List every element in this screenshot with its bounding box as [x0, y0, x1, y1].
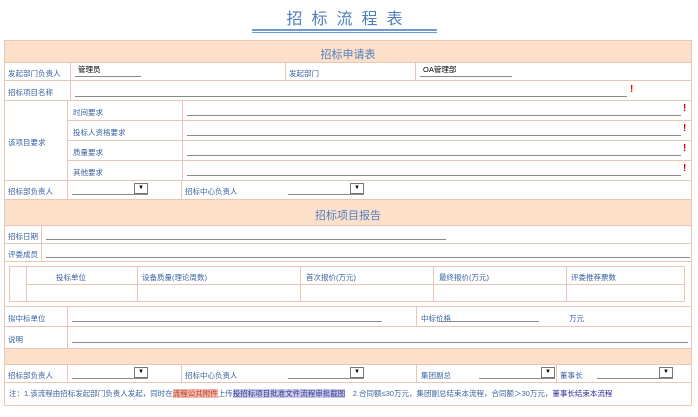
required-mark: !	[683, 103, 687, 114]
row-bid-date: 招标日期	[5, 226, 691, 244]
bid-table-header: 评委推荐票数	[571, 273, 616, 282]
dept-head-label: 发起部门负责人	[8, 69, 61, 78]
row-winner: 拟中标单位 中标价格 万元	[5, 307, 691, 327]
quality-req-input[interactable]	[187, 145, 681, 156]
time-req-input[interactable]	[187, 105, 681, 116]
group-vp-label: 集团副总	[421, 371, 451, 380]
bid-table-header: 设备质量(理论周数)	[142, 273, 207, 282]
bid-center-head-label: 招标中心负责人	[185, 187, 238, 196]
section-header-application: 招标申请表	[5, 41, 691, 63]
bid-table-header: 首次报价(万元)	[306, 273, 356, 282]
remarks-input[interactable]	[72, 332, 688, 343]
bid-table-header: 最终报价(万元)	[439, 273, 489, 282]
bid-process-form: 招标申请表 发起部门负责人 管理员 发起部门 OA管理部 招标项目名称 ! 该项…	[4, 40, 692, 406]
row-review-members: 评委成员	[5, 244, 691, 262]
group-vp-select[interactable]: ▼	[479, 367, 555, 379]
row-final-approvers: 招标部负责人 ▼ 招标中心负责人 ▼ 集团副总 ▼ 董事长 ▼	[5, 365, 691, 383]
footer-note: 注：1.该流程由招标发起部门负责人发起，同时在流程公共附件上传投招标项目批准文件…	[9, 389, 613, 398]
required-mark: !	[683, 123, 687, 134]
dept-label: 发起部门	[289, 69, 319, 78]
title-rule	[252, 29, 437, 31]
proposed-winner-label: 拟中标单位	[8, 314, 46, 323]
qualification-req-label: 投标人资格要求	[73, 128, 126, 137]
price-unit: 万元	[569, 314, 584, 323]
row-bid-table: 投标单位 设备质量(理论周数) 首次报价(万元) 最终报价(万元) 评委推荐票数	[5, 262, 691, 307]
row-remarks: 说明	[5, 327, 691, 349]
note-highlight-attachment: 流程公共附件	[172, 389, 218, 398]
bid-center-head-select[interactable]: ▼	[288, 183, 364, 195]
time-req-label: 时间要求	[73, 108, 103, 117]
requirements-label: 该项目要求	[8, 138, 46, 147]
required-mark: !	[683, 143, 687, 154]
note-highlight-approval-doc: 投招标项目批准文件流程审批截图	[232, 389, 346, 398]
winning-price-input[interactable]	[439, 311, 539, 322]
bid-dept-head-label: 招标部负责人	[8, 187, 53, 196]
chairman-label: 董事长	[560, 371, 583, 380]
chevron-down-icon[interactable]: ▼	[659, 367, 673, 378]
chevron-down-icon[interactable]: ▼	[134, 183, 148, 194]
final-bid-center-head-select[interactable]: ▼	[288, 367, 364, 379]
bid-table: 投标单位 设备质量(理论周数) 首次报价(万元) 最终报价(万元) 评委推荐票数	[9, 266, 685, 302]
chevron-down-icon[interactable]: ▼	[541, 367, 555, 378]
project-name-input[interactable]	[75, 86, 627, 97]
row-initiator: 发起部门负责人 管理员 发起部门 OA管理部	[5, 63, 691, 81]
row-project-name: 招标项目名称 !	[5, 81, 691, 101]
other-req-label: 其他要求	[73, 168, 103, 177]
chevron-down-icon[interactable]: ▼	[134, 367, 148, 378]
other-req-input[interactable]	[187, 165, 681, 176]
bid-center-head-label: 招标中心负责人	[185, 371, 238, 380]
bid-table-header: 投标单位	[56, 273, 86, 282]
chairman-select[interactable]: ▼	[597, 367, 673, 379]
page-title: 招标流程表	[286, 9, 412, 28]
bid-date-label: 招标日期	[8, 232, 38, 241]
review-members-input[interactable]	[46, 247, 690, 258]
review-members-label: 评委成员	[8, 250, 38, 259]
section-header-report: 招标项目报告	[5, 200, 691, 226]
dept-field[interactable]: OA管理部	[420, 65, 512, 77]
section-band	[5, 349, 691, 365]
chevron-down-icon[interactable]: ▼	[350, 367, 364, 378]
quality-req-label: 质量要求	[73, 148, 103, 157]
row-requirements: 该项目要求 时间要求 ! 投标人资格要求 ! 质量要求 ! 其他要求 !	[5, 101, 691, 181]
proposed-winner-input[interactable]	[72, 311, 382, 322]
project-name-label: 招标项目名称	[8, 88, 53, 97]
required-mark: !	[630, 84, 634, 95]
qualification-req-input[interactable]	[187, 125, 681, 136]
section-title: 招标申请表	[320, 49, 376, 61]
dept-head-field[interactable]: 管理员	[75, 65, 141, 77]
bid-dept-head-label: 招标部负责人	[8, 371, 53, 380]
bid-date-input[interactable]	[46, 229, 446, 240]
row-bid-approvers: 招标部负责人 ▼ 招标中心负责人 ▼	[5, 181, 691, 200]
remarks-label: 说明	[8, 335, 23, 344]
title-rule	[252, 32, 437, 33]
required-mark: !	[683, 163, 687, 174]
section-title: 招标项目报告	[315, 210, 381, 222]
final-bid-dept-head-select[interactable]: ▼	[72, 367, 148, 379]
chevron-down-icon[interactable]: ▼	[350, 183, 364, 194]
bid-dept-head-select[interactable]: ▼	[72, 183, 148, 195]
